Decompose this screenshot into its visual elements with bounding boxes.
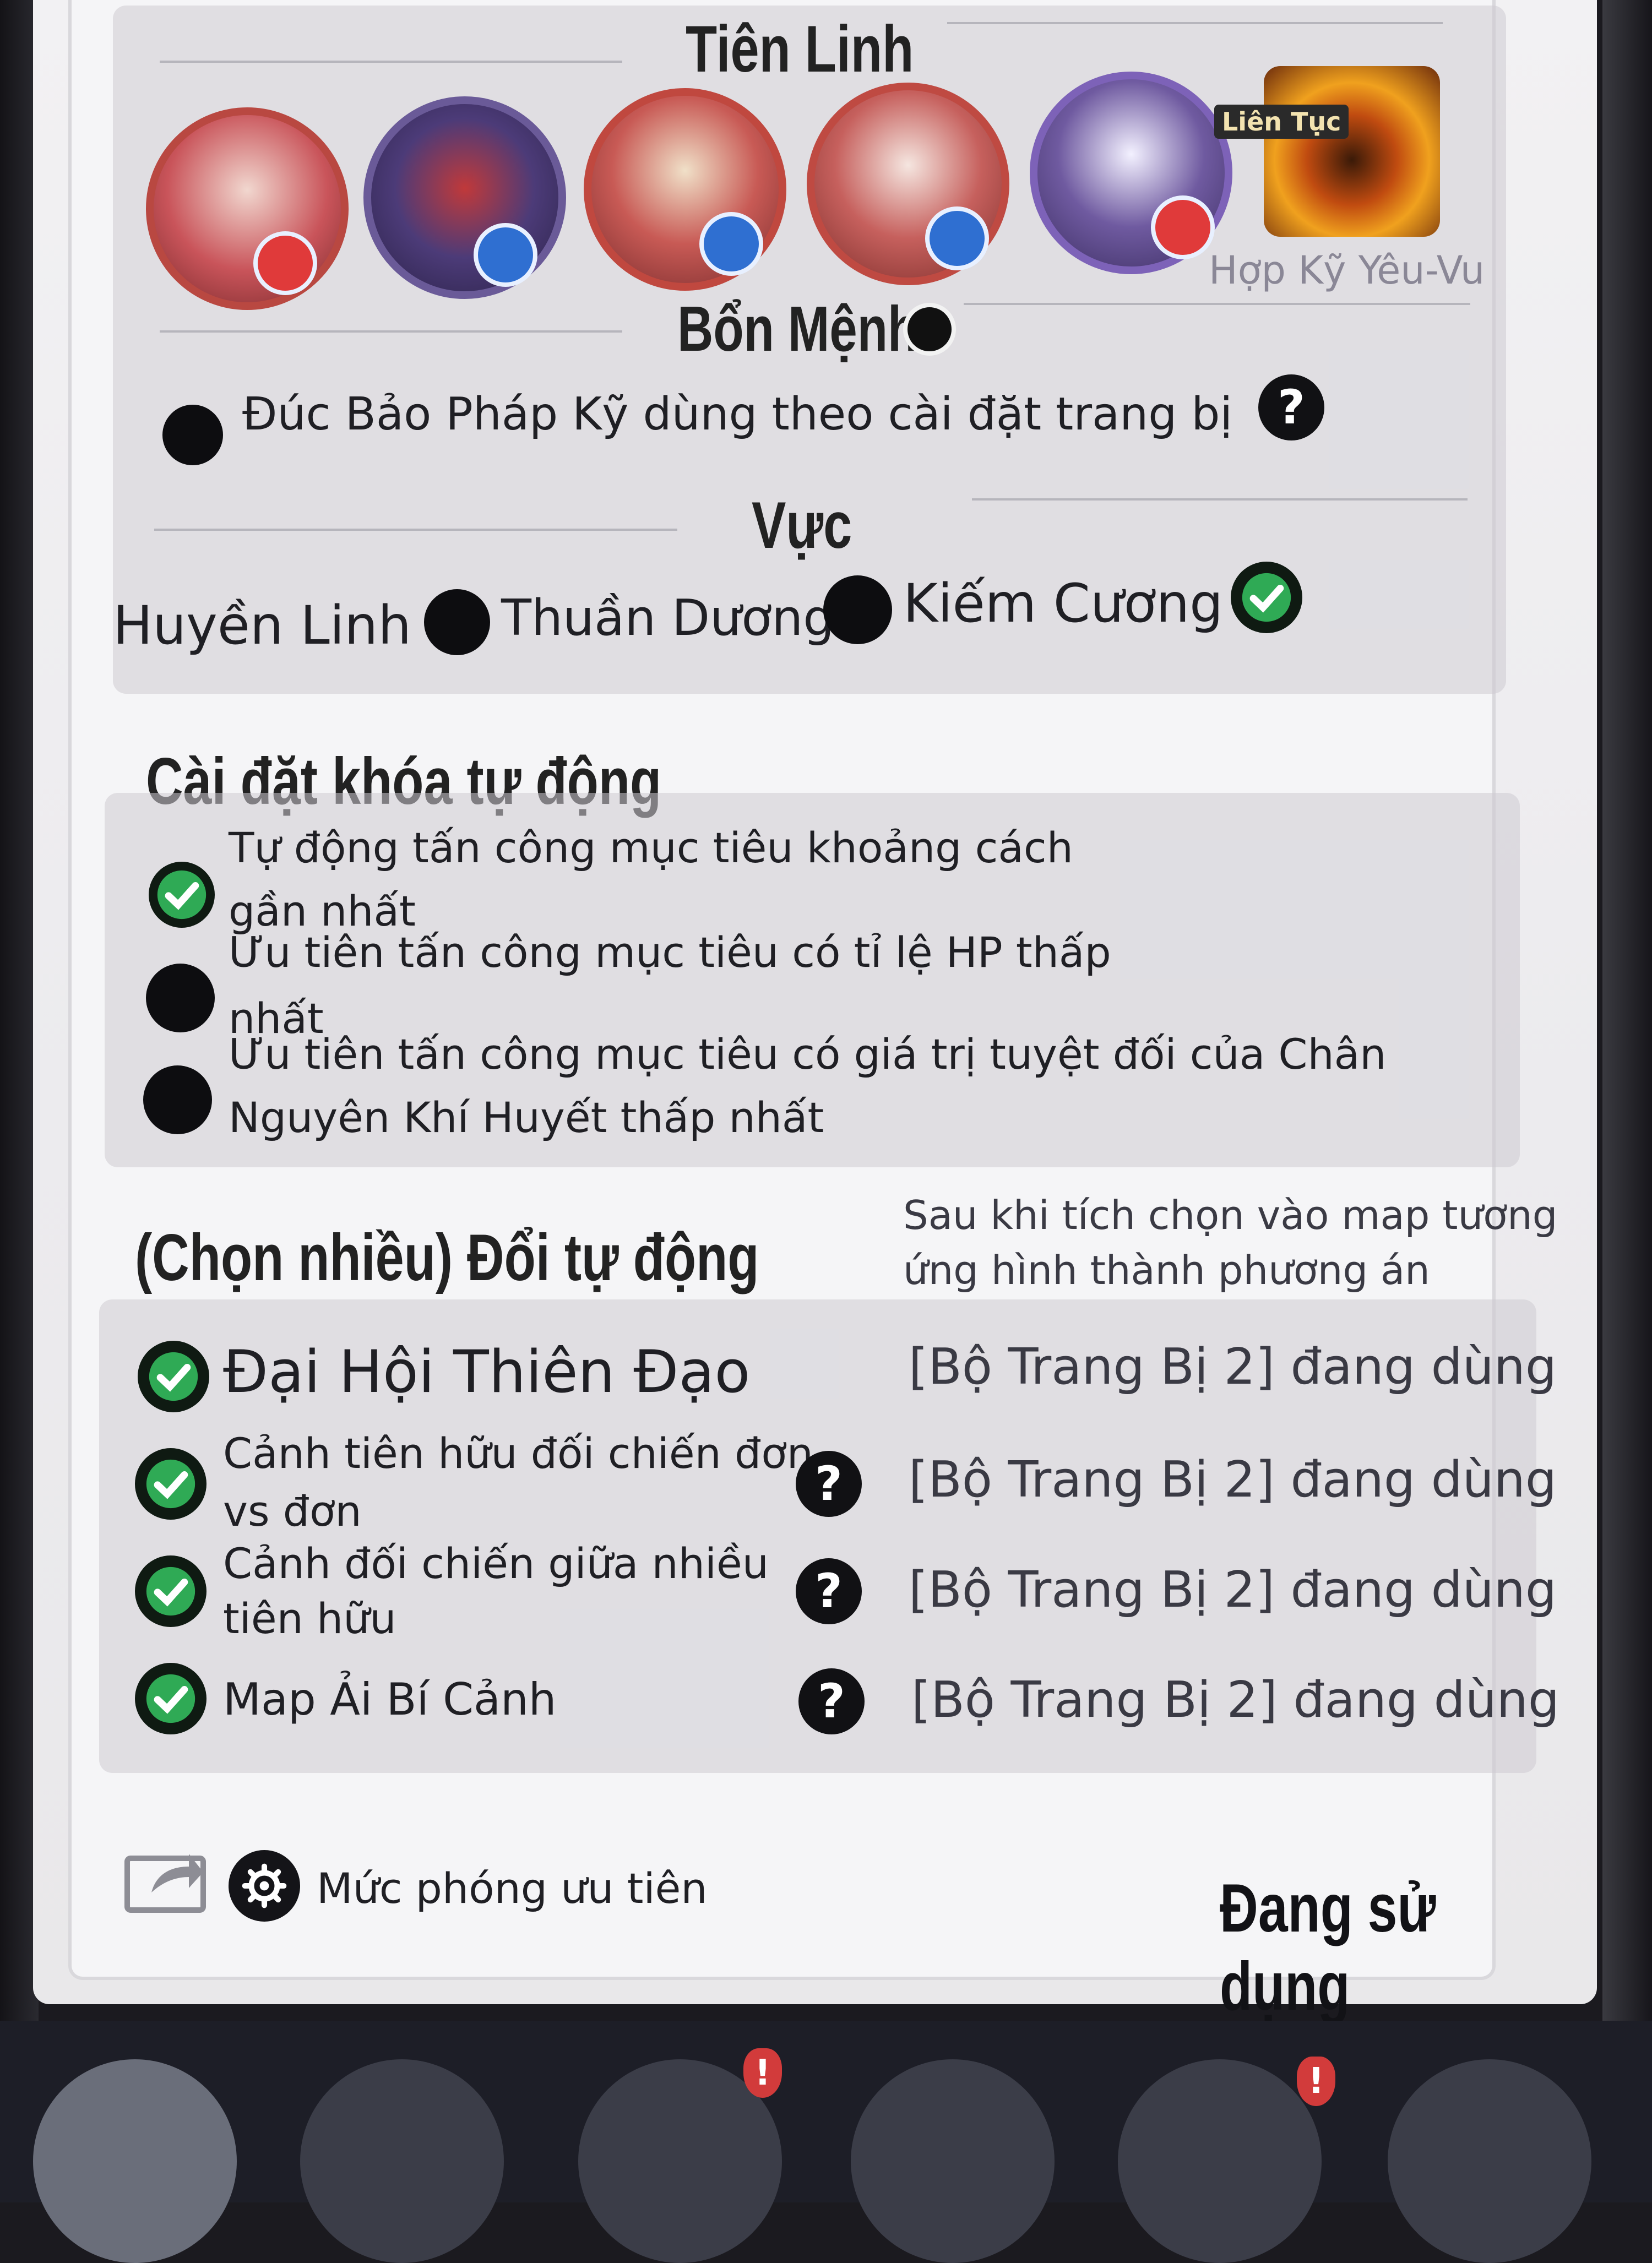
nav-pet-icon[interactable] xyxy=(851,2059,1055,2263)
map-name-line2: tiên hữu xyxy=(223,1594,396,1643)
auto-lock-option-toggle[interactable] xyxy=(149,862,215,928)
map-name-line2: vs đơn xyxy=(223,1487,362,1536)
checkmark-icon xyxy=(149,1352,198,1401)
tien-linh-avatar-1[interactable] xyxy=(146,107,349,310)
map-toggle-don[interactable] xyxy=(135,1448,206,1520)
map-toggle-dai-hoi[interactable] xyxy=(138,1341,209,1412)
tien-linh-title: Tiên Linh xyxy=(686,12,914,86)
nav-companion-icon[interactable] xyxy=(1118,2059,1322,2263)
auto-switch-hint-line2: ứng hình thành phương án xyxy=(903,1247,1430,1293)
map-equip-status: [Bộ Trang Bị 2] đang dùng xyxy=(911,1671,1559,1729)
share-icon[interactable] xyxy=(124,1842,206,1913)
avatar-1-badge xyxy=(253,231,317,295)
nav-alert-icon: ! xyxy=(743,2048,782,2098)
nav-skill-icon[interactable] xyxy=(300,2059,504,2263)
ban-menh-option-label: Đúc Bảo Pháp Kỹ dùng theo cài đặt trang … xyxy=(242,388,1233,440)
auto-switch-hint-line1: Sau khi tích chọn vào map tương xyxy=(903,1192,1558,1238)
auto-lock-option-line1: Ưu tiên tấn công mục tiêu có giá trị tuy… xyxy=(229,1030,1387,1079)
auto-lock-option-line1: Tự động tấn công mục tiêu khoảng cách xyxy=(229,823,1073,872)
combo-skill-tag: Liên Tục xyxy=(1214,105,1349,139)
map-equip-status: [Bộ Trang Bị 2] đang dùng xyxy=(909,1451,1557,1509)
map-name: Đại Hội Thiên Đạo xyxy=(223,1338,751,1406)
photo-frame-right xyxy=(1602,0,1652,2037)
priority-label: Mức phóng ưu tiên xyxy=(317,1864,708,1913)
vuc-option-label: Huyền Linh xyxy=(113,595,412,656)
divider xyxy=(160,330,622,333)
ban-menh-info-icon[interactable] xyxy=(903,303,956,356)
auto-lock-option-line2: Nguyên Khí Huyết thấp nhất xyxy=(229,1093,824,1142)
checkmark-icon xyxy=(146,1459,195,1509)
vuc-option-toggle[interactable] xyxy=(823,575,892,644)
vuc-title: Vực xyxy=(752,488,852,562)
auto-switch-title: (Chọn nhiều) Đổi tự động xyxy=(135,1221,759,1294)
nav-mount-icon[interactable] xyxy=(1388,2059,1591,2263)
map-name-line1: Cảnh đối chiến giữa nhiều xyxy=(223,1539,769,1588)
map-name-line1: Cảnh tiên hữu đối chiến đơn xyxy=(223,1429,813,1478)
map-toggle-ai-bi-canh[interactable] xyxy=(135,1663,206,1734)
avatar-3-badge xyxy=(699,212,763,276)
nav-alert-icon: ! xyxy=(1297,2057,1335,2106)
divider xyxy=(160,61,622,63)
checkmark-icon xyxy=(1242,573,1291,622)
checkmark-icon xyxy=(146,1566,195,1616)
ban-menh-help-icon[interactable]: ? xyxy=(1258,374,1324,440)
combo-skill-label: Hợp Kỹ Yêu-Vu xyxy=(1209,248,1485,293)
avatar-2-badge xyxy=(474,223,537,287)
ban-menh-option-toggle[interactable] xyxy=(162,405,223,465)
map-help-icon[interactable]: ? xyxy=(798,1668,865,1734)
map-toggle-nhieu[interactable] xyxy=(135,1555,206,1627)
gear-icon[interactable] xyxy=(229,1850,300,1922)
auto-lock-option-toggle[interactable] xyxy=(146,964,215,1032)
map-help-icon[interactable]: ? xyxy=(796,1558,862,1624)
ban-menh-title: Bổn Mệnh xyxy=(677,293,919,365)
divider xyxy=(154,529,677,531)
checkmark-icon xyxy=(146,1674,195,1723)
map-equip-status: [Bộ Trang Bị 2] đang dùng xyxy=(909,1561,1557,1619)
avatar-4-badge xyxy=(925,206,989,270)
in-use-status: Đang sử dụng xyxy=(1220,1870,1436,2025)
tien-linh-avatar-2[interactable] xyxy=(363,96,566,299)
avatar-5-badge xyxy=(1151,195,1215,259)
vuc-option-checked-toggle[interactable] xyxy=(1231,562,1302,633)
map-name: Map Ải Bí Cảnh xyxy=(223,1674,557,1725)
checkmark-icon xyxy=(157,870,206,920)
auto-lock-option-line1: Ưu tiên tấn công mục tiêu có tỉ lệ HP th… xyxy=(229,928,1111,977)
vuc-option-label: Thuần Dương xyxy=(501,589,835,647)
vuc-option-label: Kiếm Cương xyxy=(903,573,1224,634)
auto-lock-option-toggle[interactable] xyxy=(143,1065,212,1134)
nav-character-icon[interactable] xyxy=(33,2059,237,2263)
combo-skill-icon[interactable] xyxy=(1264,66,1440,237)
divider xyxy=(972,498,1468,501)
map-equip-status: [Bộ Trang Bị 2] đang dùng xyxy=(909,1338,1557,1396)
vuc-option-toggle[interactable] xyxy=(424,589,490,655)
divider xyxy=(964,303,1470,305)
map-help-icon[interactable]: ? xyxy=(796,1451,862,1517)
divider xyxy=(947,22,1443,24)
